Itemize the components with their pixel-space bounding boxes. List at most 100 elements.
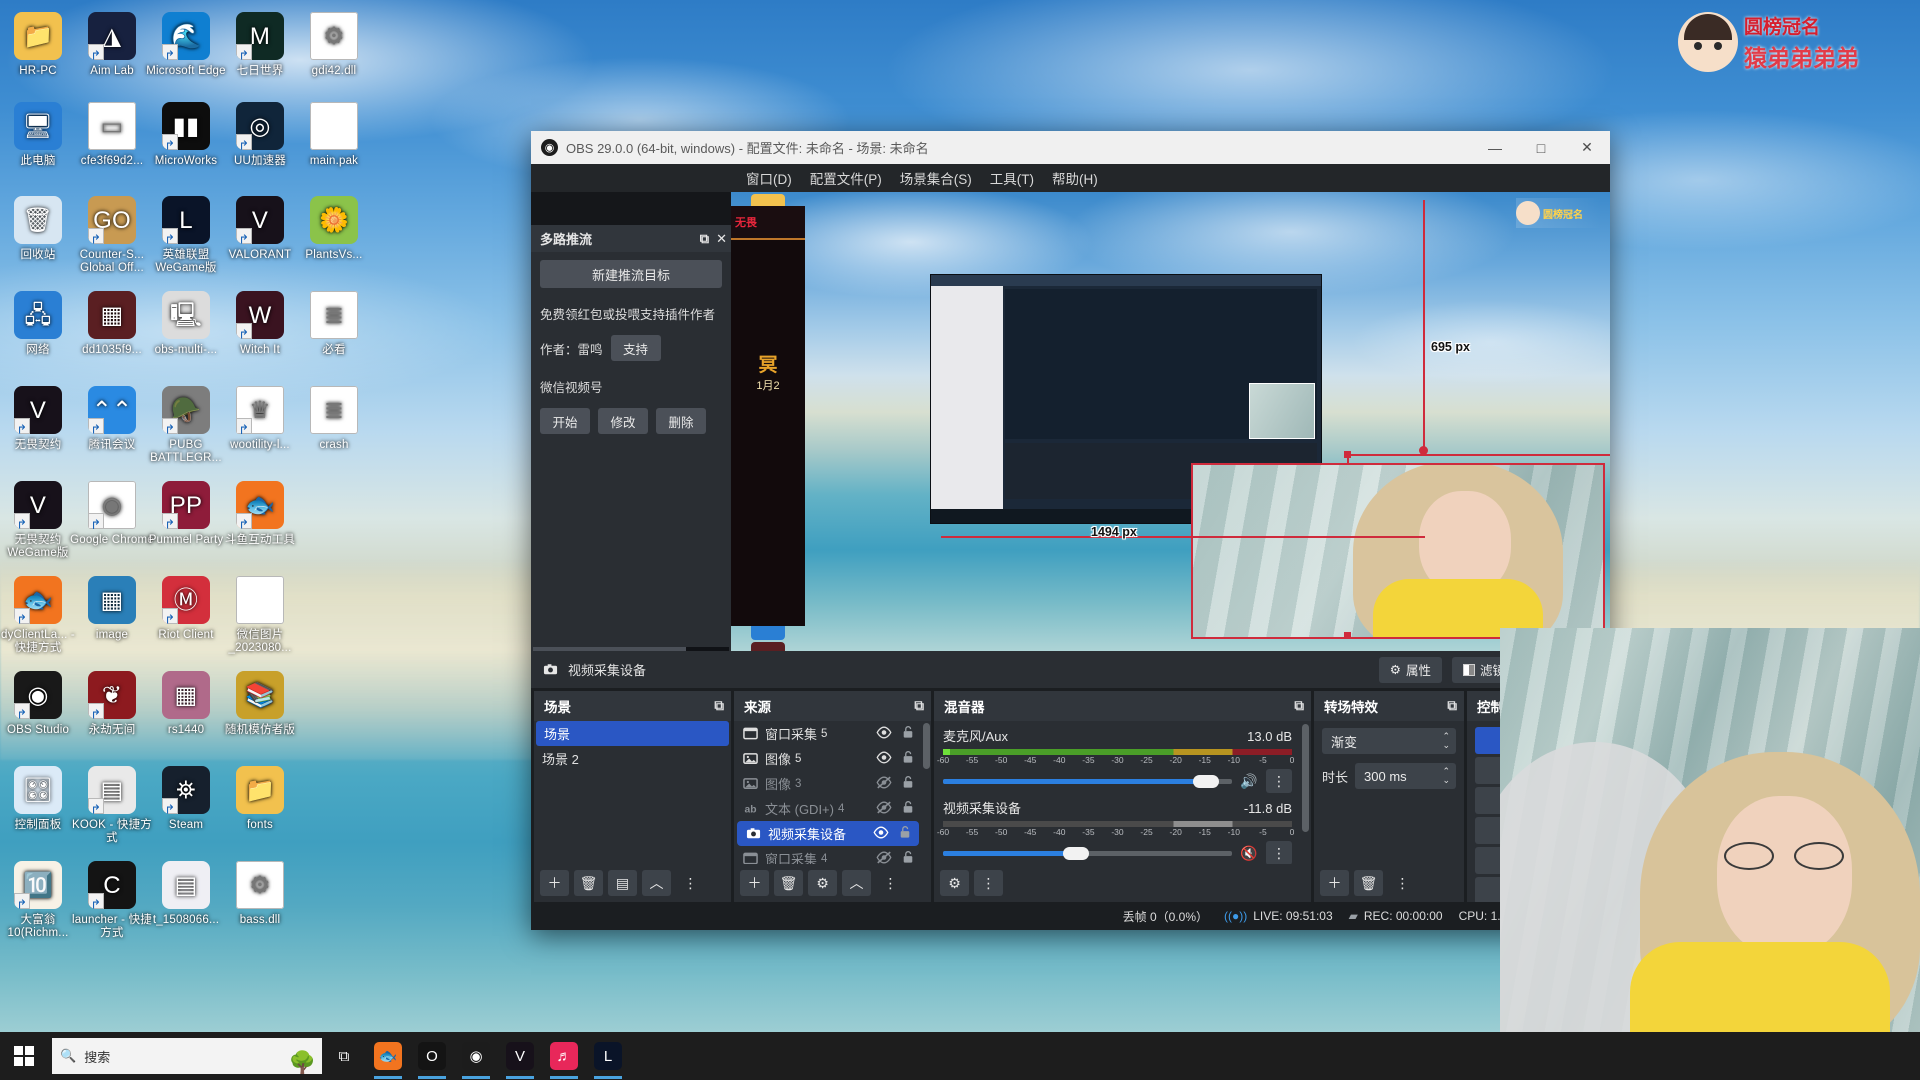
desktop-icon-dll-file-icon[interactable]: ⚙ bass.dll	[217, 861, 303, 927]
add-scene-button[interactable]: ＋	[540, 870, 569, 896]
eye-visible-icon[interactable]	[872, 825, 889, 842]
desktop-icon-winrar-icon[interactable]: 📚 随机模仿者版	[217, 671, 303, 737]
desktop-icon-douyu-tool-icon[interactable]: 🐟 斗鱼互动工具	[217, 481, 303, 547]
source-item-number: 5	[821, 727, 828, 740]
taskbar-league-of-legends-icon[interactable]: L	[586, 1032, 630, 1080]
resize-handle-bl[interactable]	[1344, 632, 1351, 639]
desktop-icon-pak-file-icon[interactable]: main.pak	[291, 102, 377, 168]
start-button[interactable]	[0, 1032, 48, 1080]
menu-item-3[interactable]: 工具(T)	[981, 164, 1043, 192]
stream-target-start-button[interactable]: 开始	[540, 408, 590, 434]
duplicate-scene-button[interactable]: ▤	[608, 870, 637, 896]
rec-status-group: ▰ REC: 00:00:00	[1349, 909, 1443, 923]
remove-scene-button[interactable]: 🗑	[574, 870, 603, 896]
transition-options-button[interactable]: ⋮	[1388, 870, 1417, 896]
lock-open-icon[interactable]	[896, 825, 913, 842]
resize-handle-tl[interactable]	[1344, 451, 1351, 458]
valorant-glyph: V	[506, 1042, 534, 1070]
desktop-icon-folder-icon[interactable]: 📁 fonts	[217, 766, 303, 832]
menu-item-2[interactable]: 场景集合(S)	[891, 164, 981, 192]
source-item[interactable]: 视频采集设备	[737, 821, 919, 846]
audio-settings-button[interactable]: ⚙	[940, 870, 969, 896]
source-item[interactable]: ab 文本 (GDI+) 4	[734, 796, 922, 821]
stream-target-edit-button[interactable]: 修改	[598, 408, 648, 434]
taskbar-ue-launcher-icon[interactable]: O	[410, 1032, 454, 1080]
source-item[interactable]: 窗口采集 4	[734, 846, 922, 864]
mixer-options-button[interactable]: ⋮	[974, 870, 1003, 896]
source-properties-gear-button[interactable]: ⚙	[808, 870, 837, 896]
mixer-channel-options-button[interactable]: ⋮	[1266, 769, 1292, 793]
move-scene-up-button[interactable]: ︿	[642, 870, 671, 896]
desktop-icon-dll-file-icon[interactable]: ⚙ gdi42.dll	[291, 12, 377, 78]
source-options-button[interactable]: ⋮	[876, 870, 905, 896]
naraka-icon: ❦	[88, 671, 136, 719]
close-button[interactable]: ✕	[1564, 131, 1610, 164]
lock-open-icon[interactable]	[899, 725, 916, 742]
remove-source-button[interactable]: 🗑	[774, 870, 803, 896]
obs-window-title: OBS 29.0.0 (64-bit, windows) - 配置文件: 未命名…	[566, 141, 929, 156]
remove-transition-button[interactable]: 🗑	[1354, 870, 1383, 896]
taskbar-valorant-icon[interactable]: V	[498, 1032, 542, 1080]
float-scenes-dock-icon[interactable]: ⧉	[714, 698, 724, 714]
mixer-scrollbar[interactable]	[1302, 724, 1309, 832]
desktop-icon-plants-vs-zombies-icon[interactable]: 🌼 PlantsVs...	[291, 196, 377, 262]
taskbar-obs-studio-icon[interactable]: ◉	[454, 1032, 498, 1080]
new-stream-target-button[interactable]: 新建推流目标	[540, 260, 722, 288]
close-dock-icon[interactable]: ✕	[716, 231, 727, 247]
minimize-button[interactable]: —	[1472, 131, 1518, 164]
menu-item-1[interactable]: 配置文件(P)	[801, 164, 891, 192]
duration-spinbox[interactable]: 300 ms ⌃ ⌄	[1355, 763, 1456, 789]
stream-target-actions: 开始 修改 删除	[540, 408, 722, 434]
lock-open-icon[interactable]	[899, 750, 916, 767]
float-sources-dock-icon[interactable]: ⧉	[914, 698, 924, 714]
desktop-icon-text-file-icon[interactable]: ≣ 必看	[291, 291, 377, 357]
speaker-on-icon[interactable]: 🔊	[1239, 773, 1259, 790]
float-mixer-dock-icon[interactable]: ⧉	[1294, 698, 1304, 714]
eye-hidden-icon[interactable]	[875, 850, 892, 865]
eye-hidden-icon[interactable]	[875, 775, 892, 792]
source-properties-button[interactable]: ⚙ 属性	[1378, 656, 1442, 683]
volume-slider[interactable]	[943, 773, 1232, 789]
stream-target-delete-button[interactable]: 删除	[656, 408, 706, 434]
float-dock-icon[interactable]: ⧉	[700, 231, 709, 247]
float-transitions-dock-icon[interactable]: ⧉	[1447, 698, 1457, 714]
source-item[interactable]: 窗口采集 5	[734, 721, 922, 746]
scene-item[interactable]: 场景	[536, 721, 729, 746]
obs-title-bar: ◉ OBS 29.0.0 (64-bit, windows) - 配置文件: 未…	[531, 131, 1610, 164]
taskbar-task-view-icon[interactable]: ⧉	[322, 1032, 366, 1080]
desktop-icon-text-file-icon[interactable]: ≣ crash	[291, 386, 377, 452]
desktop-icon-image-file-icon[interactable]: 微信图片_2023080...	[217, 576, 303, 655]
source-item[interactable]: 图像 5	[734, 746, 922, 771]
move-source-up-button[interactable]: ︿	[842, 870, 871, 896]
maximize-button[interactable]: □	[1518, 131, 1564, 164]
scenes-list[interactable]: 场景 场景 2	[534, 721, 731, 864]
spinner-arrows-icon[interactable]: ⌃ ⌄	[1442, 767, 1450, 785]
volume-slider[interactable]	[943, 845, 1232, 861]
taskbar-netease-music-icon[interactable]: ♬	[542, 1032, 586, 1080]
taskbar-douyu-icon[interactable]: 🐟	[366, 1032, 410, 1080]
scene-options-button[interactable]: ⋮	[676, 870, 705, 896]
menu-item-list: 窗口(D) 配置文件(P) 场景集合(S) 工具(T) 帮助(H)	[737, 164, 1107, 192]
db-tick-label: -35	[1082, 755, 1095, 765]
sources-list[interactable]: 窗口采集 5 图像 5 图像 3 ab 文本 (GDI+) 4 视频采集设备 窗口采集 4	[734, 721, 922, 864]
mixer-channel-options-button[interactable]: ⋮	[1266, 841, 1292, 864]
eye-hidden-icon[interactable]	[875, 800, 892, 817]
speaker-muted-icon[interactable]: 🔇	[1239, 845, 1259, 862]
add-transition-button[interactable]: ＋	[1320, 870, 1349, 896]
taskbar-search-box[interactable]: 🔍 搜索 🌳	[52, 1038, 322, 1074]
scene-item[interactable]: 场景 2	[534, 746, 731, 771]
program-preview[interactable]: 无畏 冥 1月2 1494 px 695 px 圆榜冠名	[731, 192, 1610, 651]
sources-scrollbar[interactable]	[923, 723, 930, 769]
eye-visible-icon[interactable]	[875, 750, 892, 767]
eye-visible-icon[interactable]	[875, 725, 892, 742]
support-button[interactable]: 支持	[610, 335, 661, 361]
menu-item-0[interactable]: 窗口(D)	[737, 164, 801, 192]
transition-select[interactable]: 渐变 ⌃ ⌄	[1322, 728, 1456, 754]
source-item[interactable]: 图像 3	[734, 771, 922, 796]
multistream-horizontal-scrollbar[interactable]	[533, 647, 729, 651]
menu-item-4[interactable]: 帮助(H)	[1043, 164, 1107, 192]
lock-open-icon[interactable]	[899, 850, 916, 864]
lock-open-icon[interactable]	[899, 800, 916, 817]
add-source-button[interactable]: ＋	[740, 870, 769, 896]
lock-open-icon[interactable]	[899, 775, 916, 792]
